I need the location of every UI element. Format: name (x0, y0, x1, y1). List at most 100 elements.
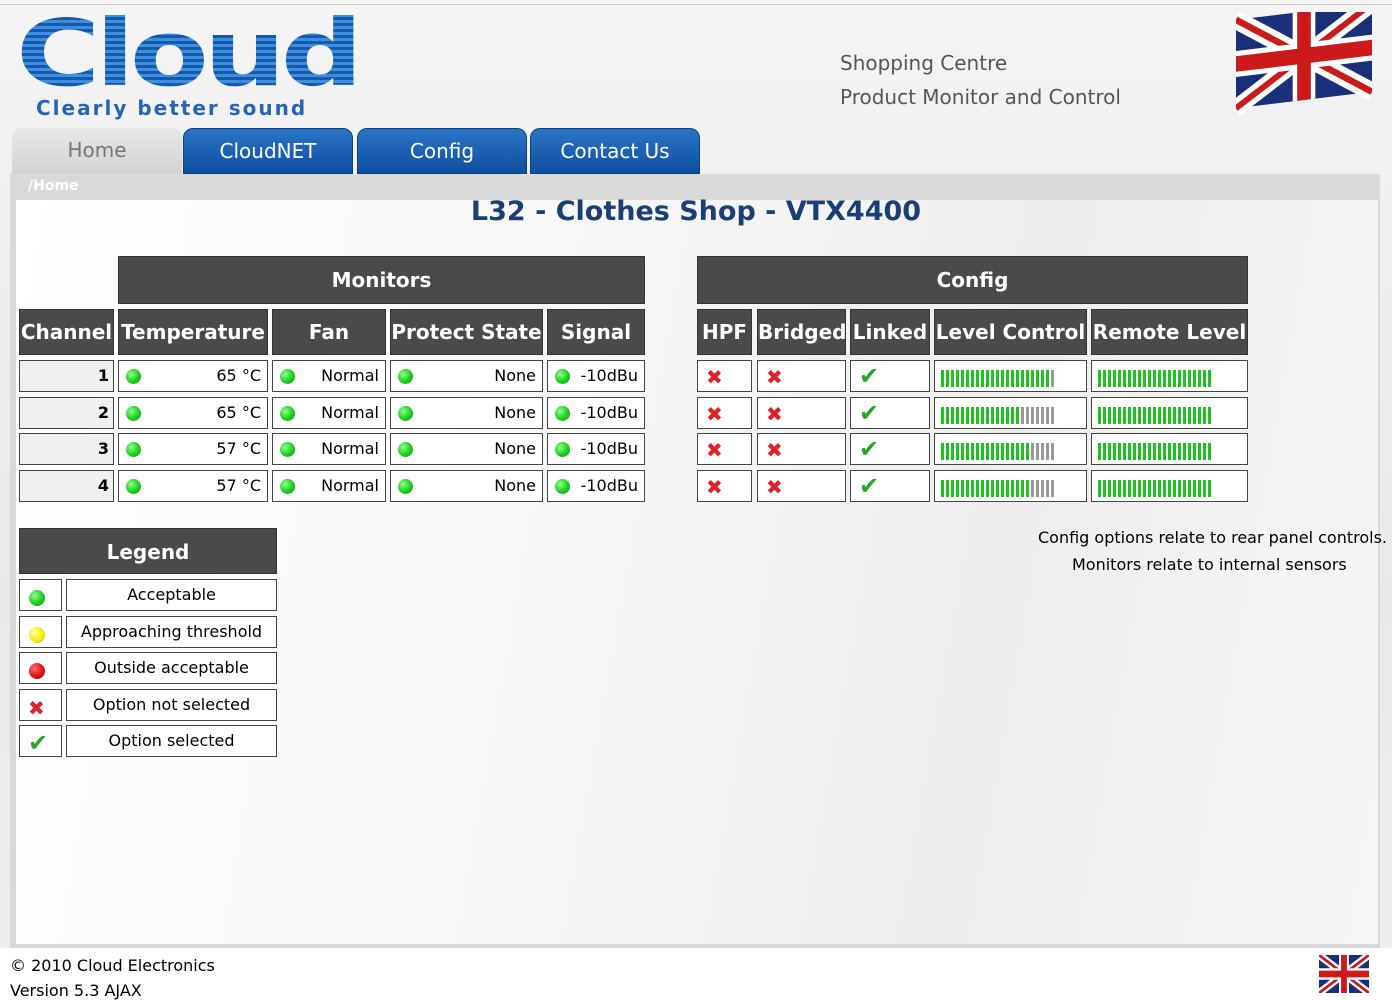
status-ok-icon (126, 442, 141, 457)
level-segment (1123, 370, 1126, 387)
level-segment (1163, 479, 1166, 497)
level-segment (966, 406, 969, 424)
level-segment (1203, 443, 1206, 460)
level-segment (1183, 479, 1186, 497)
level-segment (1011, 370, 1014, 387)
level-segment (1001, 479, 1004, 497)
union-jack-flag-icon[interactable] (1236, 12, 1372, 116)
level-segment (966, 443, 969, 460)
level-segment (1128, 406, 1131, 424)
cross-icon: ✖ (766, 438, 783, 462)
check-icon: ✔ (859, 398, 880, 427)
tab-home[interactable]: Home (12, 128, 182, 174)
level-segment (1046, 406, 1049, 424)
level-segment (1178, 479, 1181, 497)
tab-config[interactable]: Config (357, 128, 527, 174)
level-segment (961, 406, 964, 424)
level-segment (1128, 479, 1131, 497)
monitor-cell-fan: Normal (272, 433, 386, 465)
red-dot-icon (29, 663, 45, 679)
check-icon: ✔ (859, 362, 880, 390)
level-segment (1016, 443, 1019, 460)
status-ok-icon (126, 405, 141, 421)
config-cell-bridged[interactable]: ✖ (757, 469, 846, 502)
level-segment (1183, 406, 1186, 424)
monitor-value-channel: 2 (97, 402, 109, 422)
remote-level-meter[interactable] (1098, 443, 1211, 460)
level-segment (1113, 406, 1116, 424)
status-ok-icon (126, 478, 141, 494)
version-text: Version 5.3 AJAX (10, 981, 142, 1000)
level-segment (1041, 443, 1044, 460)
level-control-meter[interactable] (941, 406, 1054, 424)
check-icon: ✔ (859, 435, 880, 463)
monitors-column-temperature: Temperature (118, 309, 268, 355)
logo-tagline: Clearly better sound (36, 96, 308, 120)
monitor-value-fan: Normal (321, 366, 379, 385)
level-segment (1168, 370, 1171, 387)
config-cell-hpf[interactable]: ✖ (697, 360, 752, 392)
cross-icon: ✖ (706, 438, 723, 462)
remote-level-meter[interactable] (1098, 370, 1211, 387)
level-segment (1208, 479, 1211, 497)
page-title: L32 - Clothes Shop - VTX4400 (470, 196, 922, 227)
status-ok-icon (280, 478, 295, 494)
monitor-value-fan: Normal (321, 439, 379, 458)
legend-label: Acceptable (66, 579, 277, 611)
level-segment (1041, 406, 1044, 424)
remote-level-meter[interactable] (1098, 406, 1211, 424)
monitor-cell-temperature: 65 °C (118, 396, 268, 429)
monitors-column-fan-speed: Fan speed (272, 309, 386, 388)
language-flag-icon[interactable] (1319, 955, 1369, 993)
level-segment (1188, 443, 1191, 460)
legend-label: Approaching threshold (66, 615, 277, 648)
tab-contact-us[interactable]: Contact Us (530, 128, 700, 174)
config-cell-remote-level (1091, 396, 1248, 429)
level-segment (1031, 370, 1034, 387)
tab-cloudnet[interactable]: CloudNET (183, 128, 353, 174)
level-segment (1001, 370, 1004, 387)
level-segment (976, 406, 979, 424)
config-cell-hpf[interactable]: ✖ (697, 433, 752, 465)
config-cell-linked[interactable]: ✔ (850, 396, 930, 429)
breadcrumb[interactable]: /Home (28, 178, 79, 194)
level-control-meter[interactable] (941, 370, 1054, 387)
level-segment (996, 406, 999, 424)
level-segment (1183, 370, 1186, 387)
config-cell-linked[interactable]: ✔ (850, 469, 930, 502)
config-cell-bridged[interactable]: ✖ (757, 396, 846, 429)
monitor-cell-signal: -10dBu (547, 360, 645, 392)
monitor-cell-protect: None (390, 433, 543, 465)
cross-icon: ✖ (706, 365, 723, 389)
legend-label: Option selected (66, 725, 277, 757)
level-segment (971, 443, 974, 460)
level-segment (986, 479, 989, 497)
level-segment (1198, 406, 1201, 424)
config-cell-linked[interactable]: ✔ (850, 433, 930, 465)
config-cell-bridged[interactable]: ✖ (757, 360, 846, 392)
config-cell-bridged[interactable]: ✖ (757, 433, 846, 465)
level-control-meter[interactable] (941, 443, 1054, 460)
level-segment (1133, 406, 1136, 424)
level-segment (1046, 443, 1049, 460)
level-segment (1138, 370, 1141, 387)
level-segment (1021, 370, 1024, 387)
remote-level-meter[interactable] (1098, 479, 1211, 497)
config-cell-hpf[interactable]: ✖ (697, 469, 752, 502)
level-segment (1006, 370, 1009, 387)
config-cell-hpf[interactable]: ✖ (697, 396, 752, 429)
config-column-linked: Linked (850, 309, 930, 355)
level-segment (956, 406, 959, 424)
level-segment (1011, 443, 1014, 460)
level-segment (1173, 370, 1176, 387)
monitor-cell-temperature: 57 °C (118, 433, 268, 465)
level-segment (1168, 443, 1171, 460)
status-ok-icon (555, 442, 570, 457)
config-cell-linked[interactable]: ✔ (850, 360, 930, 392)
status-ok-icon (398, 442, 413, 457)
level-segment (986, 443, 989, 460)
level-segment (1143, 406, 1146, 424)
level-control-meter[interactable] (941, 479, 1054, 497)
level-segment (1006, 406, 1009, 424)
level-segment (1143, 479, 1146, 497)
